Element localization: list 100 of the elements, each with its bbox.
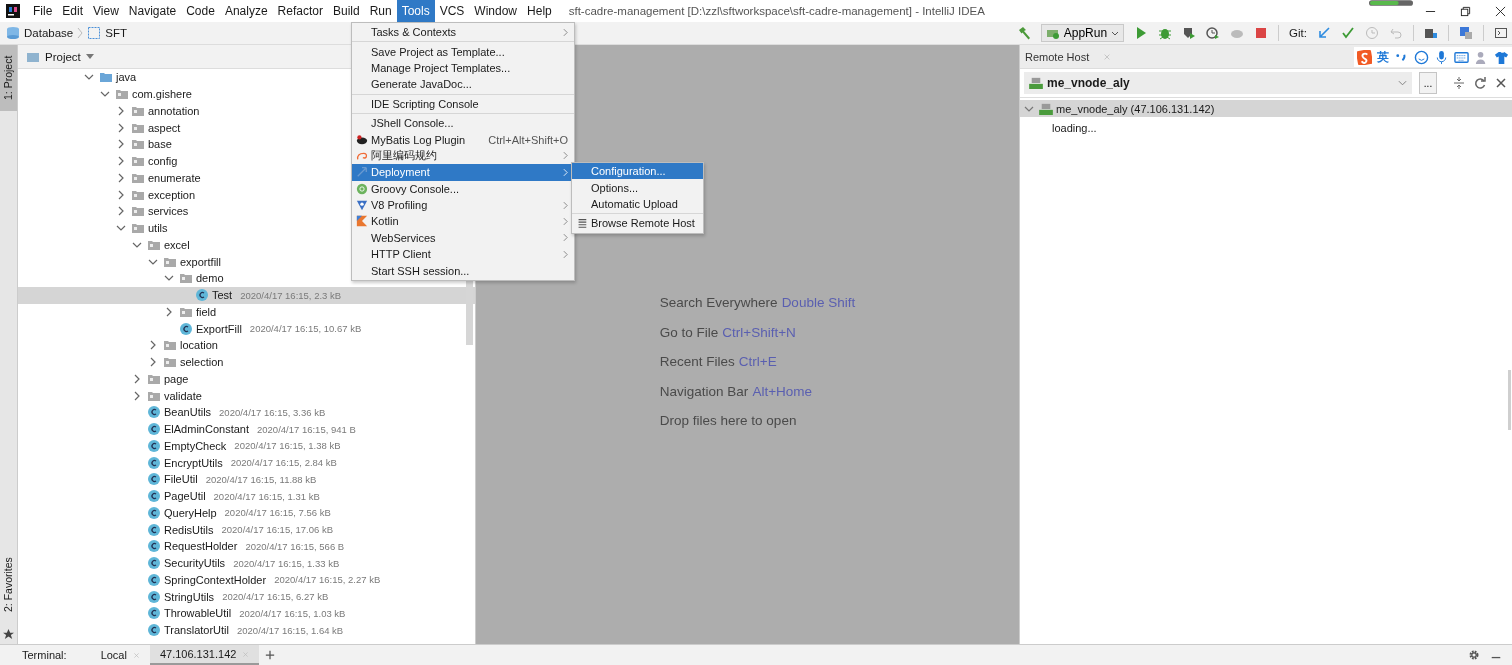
scrollbar[interactable]	[1508, 370, 1511, 430]
tree-row[interactable]: FileUtil 2020/4/17 16:15, 11.88 kB	[18, 471, 475, 488]
chevron-icon[interactable]	[116, 206, 126, 217]
menu-item[interactable]: HTTP Client	[352, 246, 574, 263]
chevron-icon[interactable]	[148, 340, 158, 351]
tree-row[interactable]: PageUtil 2020/4/17 16:15, 1.31 kB	[18, 487, 475, 505]
run-configuration-dropdown[interactable]: AppRun	[1040, 24, 1125, 42]
tree-row[interactable]: RedisUtils 2020/4/17 16:15, 17.06 kB	[18, 521, 475, 538]
tree-item-name[interactable]: FileUtil	[164, 473, 198, 486]
tree-item-name[interactable]: validate	[164, 389, 202, 402]
chevron-icon[interactable]	[148, 357, 158, 368]
tree-row[interactable]: EmptyCheck 2020/4/17 16:15, 1.38 kB	[18, 437, 475, 455]
menu-item[interactable]: Save Project as Template...	[352, 41, 574, 60]
server-dropdown[interactable]: me_vnode_aly	[1024, 72, 1412, 94]
tree-row[interactable]: ExportFill 2020/4/17 16:15, 10.67 kB	[18, 320, 475, 337]
menu-item[interactable]: Window	[469, 0, 523, 22]
project-view-dropdown[interactable]: Project	[45, 50, 81, 63]
tree-item-name[interactable]: demo	[196, 272, 224, 285]
tree-item-name[interactable]: PageUtil	[164, 490, 206, 503]
menu-item[interactable]: Code	[181, 0, 220, 22]
tree-item-name[interactable]: RequestHolder	[164, 540, 238, 553]
menu-item[interactable]: Start SSH session...	[352, 262, 574, 279]
tree-item-name[interactable]: Test	[212, 289, 233, 302]
add-icon[interactable]	[265, 650, 276, 660]
tree-item-name[interactable]: ElAdminConstant	[164, 423, 249, 436]
menu-item[interactable]: Build	[327, 0, 365, 22]
chevron-icon[interactable]	[116, 189, 126, 200]
tree-item-name[interactable]: EncryptUtils	[164, 456, 223, 469]
chevron-icon[interactable]	[132, 373, 142, 384]
tree-item-name[interactable]: enumerate	[148, 171, 201, 184]
tree-item-name[interactable]: annotation	[148, 104, 200, 117]
menu-item[interactable]: Tasks & Contexts	[352, 24, 574, 41]
tree-item-name[interactable]: services	[148, 205, 189, 218]
tree-item-name[interactable]: config	[148, 155, 178, 168]
keyboard-icon[interactable]	[1454, 49, 1469, 65]
stop-icon[interactable]	[1254, 26, 1269, 40]
menu-item[interactable]: VCS	[434, 0, 470, 22]
menu-item[interactable]: Configuration...	[572, 163, 703, 180]
menu-item[interactable]: Edit	[57, 0, 89, 22]
settings-icon[interactable]	[1468, 649, 1480, 661]
menu-item[interactable]: WebServices	[352, 229, 574, 247]
checkmark-icon[interactable]	[1341, 26, 1355, 40]
tree-item-name[interactable]: ExportFill	[196, 322, 242, 335]
tree-item-name[interactable]: exception	[148, 188, 196, 201]
input-mode[interactable]: 英	[1377, 48, 1389, 66]
tree-item-name[interactable]: ThrowableUtil	[164, 607, 232, 620]
chevron-icon[interactable]	[116, 156, 126, 167]
menu-item[interactable]: File	[28, 0, 58, 22]
tree-item-name[interactable]: me_vnode_aly (47.106.131.142)	[1056, 102, 1215, 115]
menu-item[interactable]: Tools	[396, 0, 435, 22]
translate-icon[interactable]	[1459, 26, 1473, 40]
tree-row[interactable]: SecurityUtils 2020/4/17 16:15, 1.33 kB	[18, 554, 475, 572]
tree-item-name[interactable]: RedisUtils	[164, 523, 214, 536]
menu-item[interactable]: Refactor	[272, 0, 328, 22]
menu-item[interactable]: Analyze	[219, 0, 273, 22]
menu-item[interactable]: Navigate	[123, 0, 182, 22]
tool-window-title[interactable]: Remote Host	[1025, 50, 1090, 63]
menu-item[interactable]: MyBatis Log Plugin Ctrl+Alt+Shift+O	[352, 131, 574, 148]
terminal-tab[interactable]: 47.106.131.142	[149, 645, 260, 665]
terminal-icon[interactable]	[1494, 26, 1508, 40]
menu-item[interactable]: V8 Profiling	[352, 196, 574, 214]
menu-item[interactable]: 阿里编码规约	[352, 147, 574, 165]
tree-row[interactable]: SpringContextHolder 2020/4/17 16:15, 2.27 kB	[18, 571, 475, 589]
menu-item[interactable]: Automatic Upload	[572, 195, 703, 213]
tree-item-name[interactable]: BeanUtils	[164, 406, 212, 419]
restore-icon[interactable]	[1460, 5, 1471, 17]
terminal-tab[interactable]: Local	[90, 645, 150, 665]
tree-row[interactable]: me_vnode_aly (47.106.131.142)	[1020, 100, 1512, 117]
tree-item-name[interactable]: aspect	[148, 121, 181, 134]
tree-item-name[interactable]: base	[148, 138, 172, 151]
tree-row[interactable]: QueryHelp 2020/4/17 16:15, 7.56 kB	[18, 504, 475, 522]
caret-icon[interactable]	[85, 54, 94, 59]
tree-row[interactable]: EncryptUtils 2020/4/17 16:15, 2.84 kB	[18, 454, 475, 471]
tool-window-tab[interactable]: 1: Project	[0, 45, 17, 111]
menu-item[interactable]: Run	[364, 0, 397, 22]
menu-item[interactable]: Generate JavaDoc...	[352, 76, 574, 93]
tree-row[interactable]: BeanUtils 2020/4/17 16:15, 3.36 kB	[18, 404, 475, 421]
hammer-icon[interactable]	[1016, 26, 1031, 40]
microphone-icon[interactable]	[1434, 49, 1449, 65]
tree-row[interactable]: ThrowableUtil 2020/4/17 16:15, 1.03 kB	[18, 605, 475, 622]
chevron-icon[interactable]	[164, 306, 174, 317]
chevron-icon[interactable]	[116, 172, 126, 183]
breadcrumb[interactable]: SFT	[105, 27, 127, 39]
menu-item[interactable]: Deployment	[352, 164, 574, 181]
tree-item-name[interactable]: com.gishere	[132, 88, 192, 101]
tree-row[interactable]: ElAdminConstant 2020/4/17 16:15, 941 B	[18, 420, 475, 438]
shield-icon[interactable]	[1182, 26, 1197, 40]
more-button[interactable]: ...	[1419, 72, 1437, 94]
chevron-icon[interactable]	[116, 105, 126, 116]
tree-item-name[interactable]: SpringContextHolder	[164, 573, 267, 586]
tree-item-name[interactable]: SecurityUtils	[164, 557, 226, 570]
menu-item[interactable]: IDE Scripting Console	[352, 93, 574, 112]
chevron-icon[interactable]	[116, 139, 126, 150]
tree-row[interactable]: RequestHolder 2020/4/17 16:15, 566 B	[18, 538, 475, 555]
tree-item-name[interactable]: page	[164, 372, 189, 385]
menu-item[interactable]: Help	[522, 0, 557, 22]
tree-item-name[interactable]: utils	[148, 222, 168, 235]
close-icon[interactable]	[1494, 76, 1508, 90]
tree-item-name[interactable]: QueryHelp	[164, 506, 217, 519]
tree-item-name[interactable]: java	[116, 71, 137, 84]
